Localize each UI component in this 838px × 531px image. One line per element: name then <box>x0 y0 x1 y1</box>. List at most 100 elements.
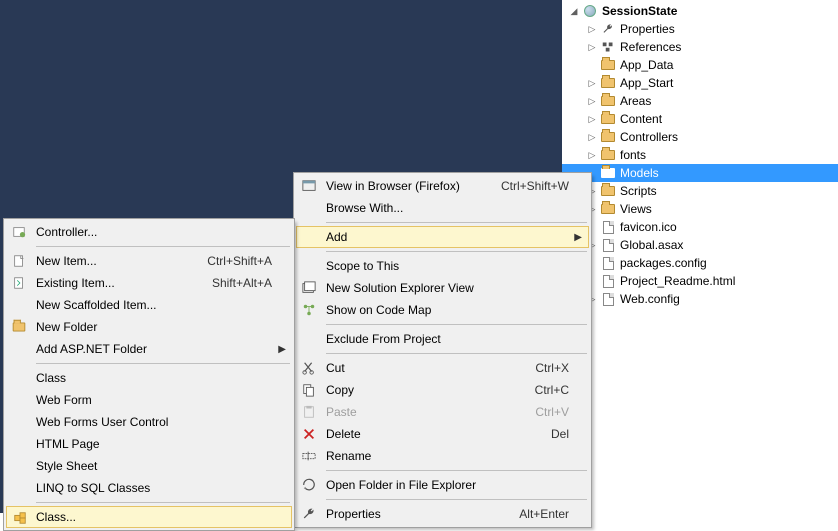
tree-label: App_Start <box>620 76 673 90</box>
menu-label: Class... <box>36 510 272 524</box>
menu-label: Controller... <box>36 225 272 239</box>
file-icon <box>600 237 616 253</box>
menu-controller[interactable]: Controller... <box>6 221 292 243</box>
menu-paste: Paste Ctrl+V <box>296 401 589 423</box>
menu-html-page[interactable]: HTML Page <box>6 433 292 455</box>
tree-label: Project_Readme.html <box>620 274 735 288</box>
paste-icon <box>301 404 317 420</box>
menu-new-folder[interactable]: New Folder <box>6 316 292 338</box>
tree-item-models[interactable]: ▷ Models <box>562 164 838 182</box>
menu-label: Cut <box>326 361 495 375</box>
browser-icon <box>301 178 317 194</box>
menu-new-item[interactable]: New Item... Ctrl+Shift+A <box>6 250 292 272</box>
existing-item-icon <box>11 275 27 291</box>
menu-label: Class <box>36 371 272 385</box>
tree-item-appdata[interactable]: ▷ App_Data <box>562 56 838 74</box>
expand-icon[interactable]: ▷ <box>586 149 598 161</box>
menu-open-folder[interactable]: Open Folder in File Explorer <box>296 474 589 496</box>
tree-item-global[interactable]: ▷ Global.asax <box>562 236 838 254</box>
expand-icon[interactable]: ▷ <box>586 95 598 107</box>
menu-view-in-browser[interactable]: View in Browser (Firefox) Ctrl+Shift+W <box>296 175 589 197</box>
tree-item-fonts[interactable]: ▷ fonts <box>562 146 838 164</box>
menu-shortcut: Ctrl+C <box>535 383 569 397</box>
menu-code-map[interactable]: Show on Code Map <box>296 299 589 321</box>
tree-root[interactable]: ◢ SessionState <box>562 2 838 20</box>
menu-label: Exclude From Project <box>326 332 495 346</box>
tree-item-webconfig[interactable]: ▷ Web.config <box>562 290 838 308</box>
menu-label: Open Folder in File Explorer <box>326 478 495 492</box>
tree-item-scripts[interactable]: ▷ Scripts <box>562 182 838 200</box>
tree-label: packages.config <box>620 256 707 270</box>
tree-item-views[interactable]: ▷ Views <box>562 200 838 218</box>
file-icon <box>600 255 616 271</box>
tree-label: Properties <box>620 22 675 36</box>
submenu-arrow-icon: ▶ <box>574 232 582 243</box>
menu-web-user-control[interactable]: Web Forms User Control <box>6 411 292 433</box>
menu-shortcut: Ctrl+Shift+W <box>501 179 569 193</box>
new-item-icon <box>11 253 27 269</box>
tree-item-properties[interactable]: ▷ Properties <box>562 20 838 38</box>
menu-scaffolded-item[interactable]: New Scaffolded Item... <box>6 294 292 316</box>
menu-label: New Scaffolded Item... <box>36 298 272 312</box>
menu-style-sheet[interactable]: Style Sheet <box>6 455 292 477</box>
copy-icon <box>301 382 317 398</box>
menu-existing-item[interactable]: Existing Item... Shift+Alt+A <box>6 272 292 294</box>
menu-add[interactable]: Add ▶ <box>296 226 589 248</box>
tree-item-references[interactable]: ▷ References <box>562 38 838 56</box>
expand-icon[interactable]: ▷ <box>586 23 598 35</box>
menu-new-explorer-view[interactable]: New Solution Explorer View <box>296 277 589 299</box>
collapse-icon[interactable]: ◢ <box>568 5 580 17</box>
folder-icon <box>600 183 616 199</box>
tree-item-readme[interactable]: ▷ Project_Readme.html <box>562 272 838 290</box>
add-submenu: Controller... New Item... Ctrl+Shift+A E… <box>3 218 295 531</box>
file-icon <box>600 219 616 235</box>
menu-label: HTML Page <box>36 437 272 451</box>
menu-label: Scope to This <box>326 259 495 273</box>
expand-icon[interactable]: ▷ <box>586 113 598 125</box>
menu-linq-classes[interactable]: LINQ to SQL Classes <box>6 477 292 499</box>
menu-copy[interactable]: Copy Ctrl+C <box>296 379 589 401</box>
file-icon <box>600 291 616 307</box>
menu-delete[interactable]: Delete Del <box>296 423 589 445</box>
menu-separator <box>326 470 587 471</box>
rename-icon <box>301 448 317 464</box>
expand-icon[interactable]: ▷ <box>586 131 598 143</box>
menu-exclude[interactable]: Exclude From Project <box>296 328 589 350</box>
tree-label: App_Data <box>620 58 673 72</box>
menu-rename[interactable]: Rename <box>296 445 589 467</box>
menu-class-dots[interactable]: Class... <box>6 506 292 528</box>
expand-icon[interactable]: ▷ <box>586 41 598 53</box>
tree-item-packages[interactable]: ▷ packages.config <box>562 254 838 272</box>
tree-label: Areas <box>620 94 651 108</box>
properties-icon <box>301 506 317 522</box>
folder-icon <box>600 165 616 181</box>
project-icon <box>582 3 598 19</box>
menu-scope[interactable]: Scope to This <box>296 255 589 277</box>
tree-item-areas[interactable]: ▷ Areas <box>562 92 838 110</box>
menu-browse-with[interactable]: Browse With... <box>296 197 589 219</box>
folder-icon <box>600 111 616 127</box>
menu-separator <box>326 324 587 325</box>
window-icon <box>301 280 317 296</box>
tree-item-appstart[interactable]: ▷ App_Start <box>562 74 838 92</box>
menu-shortcut: Ctrl+Shift+A <box>207 254 272 268</box>
tree-label: References <box>620 40 681 54</box>
file-icon <box>600 273 616 289</box>
tree-item-controllers[interactable]: ▷ Controllers <box>562 128 838 146</box>
menu-properties[interactable]: Properties Alt+Enter <box>296 503 589 525</box>
expand-icon[interactable]: ▷ <box>586 77 598 89</box>
menu-cut[interactable]: Cut Ctrl+X <box>296 357 589 379</box>
menu-aspnet-folder[interactable]: Add ASP.NET Folder ▶ <box>6 338 292 360</box>
menu-label: Paste <box>326 405 495 419</box>
menu-label: View in Browser (Firefox) <box>326 179 495 193</box>
menu-web-form[interactable]: Web Form <box>6 389 292 411</box>
folder-icon <box>600 75 616 91</box>
tree-label: Web.config <box>620 292 680 306</box>
wrench-icon <box>600 21 616 37</box>
tree-item-content[interactable]: ▷ Content <box>562 110 838 128</box>
folder-icon <box>600 129 616 145</box>
menu-add-class[interactable]: Class <box>6 367 292 389</box>
tree-item-favicon[interactable]: ▷ favicon.ico <box>562 218 838 236</box>
menu-shortcut: Ctrl+V <box>535 405 569 419</box>
menu-label: Web Forms User Control <box>36 415 272 429</box>
